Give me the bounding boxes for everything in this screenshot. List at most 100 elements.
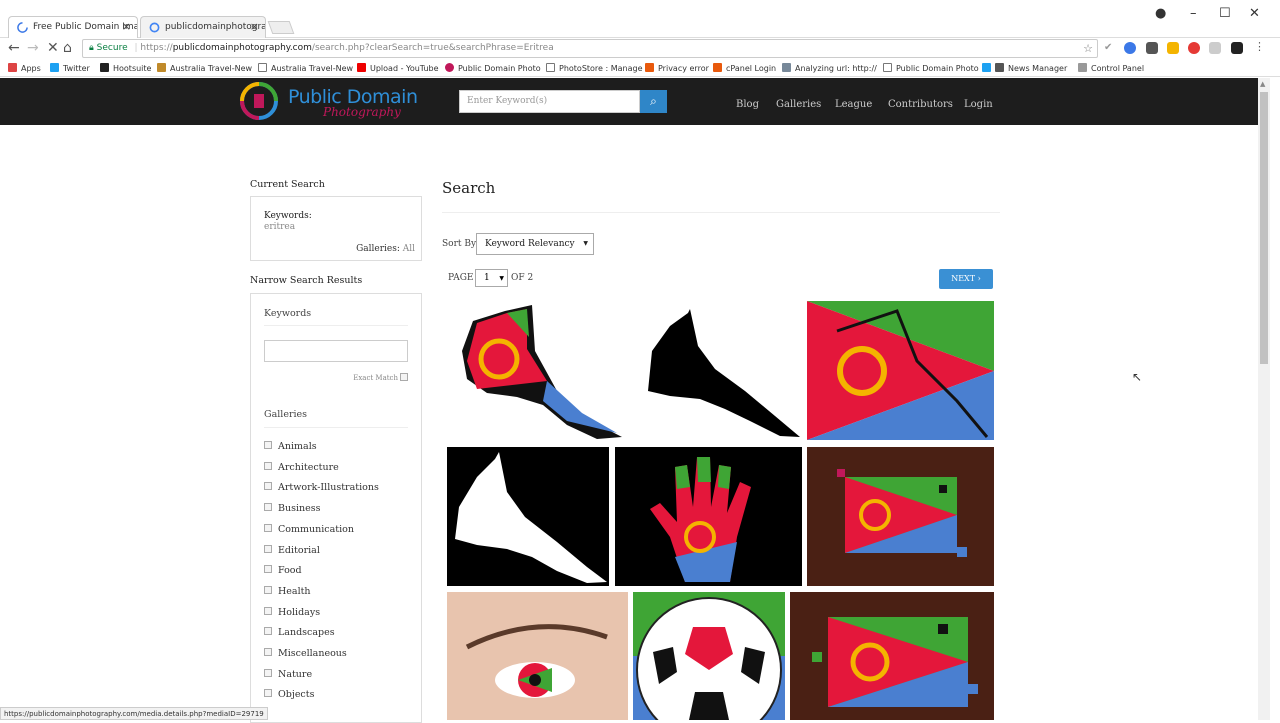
bookmark-control[interactable]: Control Panel (1078, 63, 1144, 73)
extension-gray-icon[interactable] (1209, 42, 1221, 54)
gallery-checkbox[interactable] (264, 482, 272, 491)
bookmark-apps[interactable]: Apps (8, 63, 41, 73)
extension-shield-icon[interactable] (1146, 42, 1158, 54)
sort-select[interactable]: Keyword Relevancy ▼ (476, 233, 594, 255)
extension-circle-icon[interactable] (1124, 42, 1136, 54)
bookmark-australia-1[interactable]: Australia Travel-New (157, 63, 252, 73)
gallery-filter-item[interactable]: Health (264, 585, 311, 597)
gallery-filter-item[interactable]: Objects (264, 689, 314, 700)
gallery-checkbox[interactable] (264, 565, 272, 574)
exact-match-checkbox[interactable] (400, 373, 408, 381)
bookmark-pdp-1[interactable]: Public Domain Photo (445, 63, 541, 73)
site-header: Public Domain Photography Enter Keyword(… (0, 78, 1258, 125)
bookmark-photostore[interactable]: PhotoStore : Manage (546, 63, 643, 73)
narrow-keywords-input[interactable] (264, 340, 408, 362)
next-page-button[interactable]: NEXT › (939, 269, 993, 289)
scrollbar-thumb[interactable] (1260, 92, 1268, 364)
result-thumbnail[interactable] (807, 447, 994, 586)
bookmark-star-icon[interactable]: ☆ (1083, 42, 1093, 55)
gallery-checkbox[interactable] (264, 544, 272, 553)
gallery-filter-item[interactable]: Artwork-Illustrations (264, 482, 379, 493)
result-thumbnail[interactable] (447, 301, 634, 440)
gallery-checkbox[interactable] (264, 668, 272, 677)
result-thumbnail[interactable] (640, 301, 802, 440)
result-thumbnail[interactable] (633, 592, 785, 720)
browser-tab-1[interactable]: Free Public Domain Imag × (8, 16, 138, 38)
gallery-filter-item[interactable]: Landscapes (264, 627, 335, 638)
result-thumbnail[interactable] (447, 447, 609, 586)
nav-league[interactable]: League (835, 99, 872, 110)
bookmark-youtube[interactable]: Upload - YouTube (357, 63, 439, 73)
bookmark-label: Privacy error (658, 64, 709, 73)
site-search-input[interactable]: Enter Keyword(s) (459, 90, 640, 113)
gallery-checkbox[interactable] (264, 523, 272, 532)
profile-icon[interactable]: ● (1155, 6, 1166, 21)
gallery-checkbox[interactable] (264, 503, 272, 512)
result-thumbnail[interactable] (807, 301, 994, 440)
home-icon[interactable]: ⌂ (63, 40, 72, 56)
gallery-filter-item[interactable]: Architecture (264, 461, 339, 473)
result-thumbnail[interactable] (447, 592, 628, 720)
page-scrollbar[interactable]: ▲ (1258, 78, 1270, 720)
bookmark-hootsuite[interactable]: Hootsuite (100, 63, 151, 73)
menu-icon[interactable]: ⋮ (1254, 40, 1265, 53)
bookmark-cpanel[interactable]: cPanel Login (713, 63, 776, 73)
nav-galleries[interactable]: Galleries (776, 99, 821, 110)
gallery-filter-item[interactable]: Miscellaneous (264, 648, 347, 659)
extension-dark-icon[interactable] (1231, 42, 1243, 54)
bookmark-news[interactable]: News Manager (982, 63, 1067, 73)
logo-subtext[interactable]: Photography (323, 105, 401, 119)
gallery-checkbox[interactable] (264, 461, 272, 470)
nav-login[interactable]: Login (964, 99, 993, 110)
result-thumbnail[interactable] (790, 592, 994, 720)
control-icon (1078, 63, 1087, 72)
browser-tab-2[interactable]: publicdomainphotograp × (140, 16, 266, 38)
gallery-checkbox[interactable] (264, 441, 272, 449)
gallery-filter-item[interactable]: Communication (264, 523, 354, 535)
extension-red-icon[interactable] (1188, 42, 1200, 54)
current-search-heading: Current Search (250, 179, 325, 190)
bookmark-analyzing[interactable]: Analyzing url: http:// (782, 63, 877, 73)
page-select[interactable]: 1 ▼ (475, 269, 508, 287)
narrow-search-heading: Narrow Search Results (250, 275, 363, 286)
extension-check-icon[interactable]: ✔ (1104, 42, 1116, 54)
address-bar[interactable]: 🔒︎ Secure | https://publicdomainphotogra… (82, 39, 1098, 58)
gallery-filter-item[interactable]: Editorial (264, 544, 320, 556)
bookmark-label: Public Domain Photo (896, 64, 979, 73)
exact-match-toggle[interactable]: Exact Match (353, 373, 408, 382)
gallery-checkbox[interactable] (264, 689, 272, 698)
gallery-checkbox[interactable] (264, 585, 272, 594)
gallery-filter-item[interactable]: Nature (264, 668, 312, 680)
close-tab-icon[interactable]: × (122, 20, 131, 33)
forward-icon[interactable]: → (27, 40, 39, 56)
gallery-checkbox[interactable] (264, 648, 272, 656)
maximize-icon[interactable]: ☐ (1219, 6, 1231, 21)
gallery-checkbox[interactable] (264, 606, 272, 615)
gallery-checkbox[interactable] (264, 627, 272, 636)
extension-folder-icon[interactable] (1167, 42, 1179, 54)
new-tab-button[interactable] (267, 21, 295, 34)
bookmark-australia-2[interactable]: Australia Travel-New (258, 63, 353, 73)
close-tab-icon[interactable]: × (250, 20, 259, 33)
gallery-filter-item[interactable]: Holidays (264, 606, 320, 618)
galleries-label: Galleries: (356, 244, 400, 254)
gallery-label: Editorial (278, 544, 320, 556)
gallery-filter-item[interactable]: Business (264, 503, 321, 514)
nav-contributors[interactable]: Contributors (888, 99, 953, 110)
close-window-icon[interactable]: ✕ (1249, 6, 1260, 21)
nav-blog[interactable]: Blog (736, 99, 759, 110)
stop-icon[interactable]: ✕ (47, 40, 59, 56)
bookmark-twitter[interactable]: Twitter (50, 63, 90, 73)
scroll-up-icon[interactable]: ▲ (1260, 80, 1265, 88)
bookmark-privacy[interactable]: Privacy error (645, 63, 709, 73)
gallery-label: Architecture (278, 461, 339, 473)
search-button[interactable]: ⌕ (640, 90, 667, 113)
minimize-icon[interactable]: – (1190, 6, 1197, 21)
gallery-filter-item[interactable]: Food (264, 565, 302, 576)
gallery-filter-item[interactable]: Animals (264, 441, 317, 452)
logo-aperture-icon[interactable] (239, 81, 279, 121)
bookmark-pdp-2[interactable]: Public Domain Photo (883, 63, 979, 73)
back-icon[interactable]: ← (8, 40, 20, 56)
gallery-label: Artwork-Illustrations (278, 482, 379, 494)
result-thumbnail[interactable] (615, 447, 802, 586)
